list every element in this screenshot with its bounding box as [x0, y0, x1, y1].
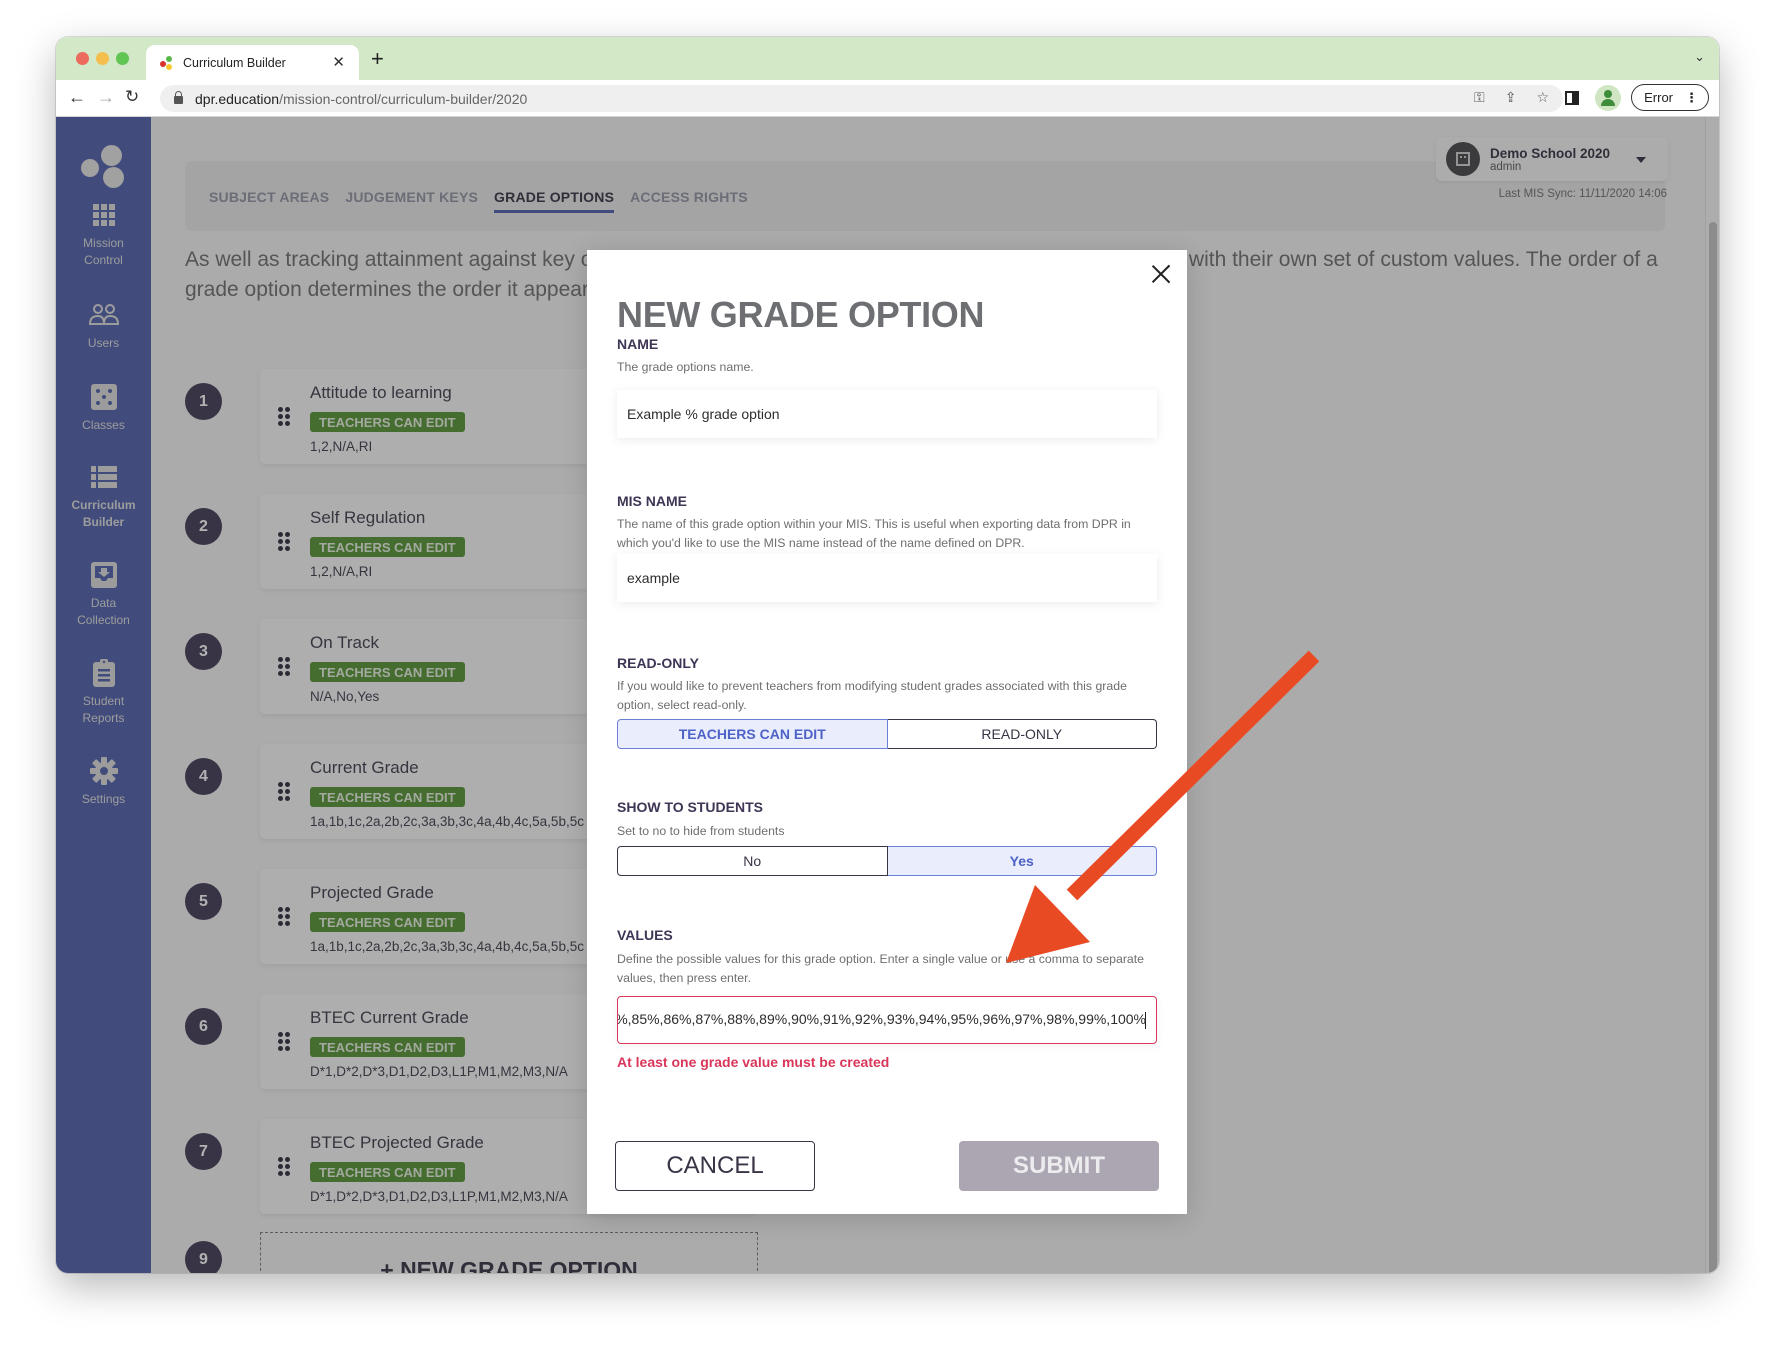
- lock-icon: [174, 91, 183, 104]
- maximize-window-button[interactable]: [116, 52, 129, 65]
- profile-icon[interactable]: [1595, 84, 1622, 111]
- show-to-students-toggle: No Yes: [617, 846, 1157, 876]
- show-to-students-help: Set to no to hide from students: [617, 824, 785, 838]
- show-no-option[interactable]: No: [617, 846, 888, 876]
- side-panel-icon[interactable]: [1565, 90, 1580, 105]
- modal-title: NEW GRADE OPTION: [617, 294, 985, 335]
- app-page: Mission Control Users Classes Curriculum…: [56, 117, 1719, 1273]
- read-only-option[interactable]: READ-ONLY: [887, 719, 1157, 749]
- read-only-help: If you would like to prevent teachers fr…: [617, 679, 1127, 712]
- tab-title: Curriculum Builder: [183, 55, 286, 70]
- share-icon[interactable]: ⇪: [1505, 89, 1517, 106]
- read-only-label: READ-ONLY: [617, 655, 699, 671]
- star-icon[interactable]: ☆: [1536, 89, 1549, 106]
- new-tab-button[interactable]: +: [371, 46, 384, 72]
- url-text: dpr.education/mission-control/curriculum…: [195, 90, 528, 107]
- forward-icon[interactable]: →: [97, 87, 115, 108]
- address-bar[interactable]: dpr.education/mission-control/curriculum…: [160, 85, 1563, 112]
- browser-tab[interactable]: Curriculum Builder ✕: [146, 45, 359, 80]
- close-window-button[interactable]: [76, 52, 89, 65]
- name-input[interactable]: [617, 390, 1157, 438]
- key-icon[interactable]: ⚿: [1474, 89, 1485, 106]
- minimize-window-button[interactable]: [96, 52, 109, 65]
- show-yes-option[interactable]: Yes: [887, 846, 1157, 876]
- browser-window: Curriculum Builder ✕ + ⌄ ← → ↻ dpr.educa…: [56, 37, 1719, 1273]
- new-grade-option-modal: NEW GRADE OPTION NAME The grade options …: [587, 250, 1187, 1214]
- close-tab-icon[interactable]: ✕: [332, 53, 345, 71]
- browser-toolbar: ← → ↻ dpr.education/mission-control/curr…: [56, 80, 1719, 117]
- more-icon[interactable]: ⋮: [1685, 90, 1698, 106]
- mis-name-help: The name of this grade option within you…: [617, 517, 1131, 550]
- name-help: The grade options name.: [617, 360, 754, 374]
- close-icon[interactable]: [1148, 261, 1174, 287]
- dpr-favicon-icon: [160, 55, 174, 70]
- mis-name-input[interactable]: [617, 554, 1157, 602]
- name-label: NAME: [617, 336, 659, 352]
- values-help: Define the possible values for this grad…: [617, 952, 1145, 985]
- tab-search-chevron-icon[interactable]: ⌄: [1694, 49, 1705, 65]
- read-only-toggle: TEACHERS CAN EDIT READ-ONLY: [617, 719, 1157, 749]
- profile-error-button[interactable]: Error ⋮: [1631, 84, 1709, 111]
- teachers-can-edit-option[interactable]: TEACHERS CAN EDIT: [617, 719, 888, 749]
- submit-button[interactable]: SUBMIT: [959, 1141, 1159, 1191]
- values-input[interactable]: 84%,85%,86%,87%,88%,89%,90%,91%,92%,93%,…: [617, 996, 1157, 1044]
- reload-icon[interactable]: ↻: [125, 87, 139, 107]
- values-label: VALUES: [617, 927, 673, 943]
- mis-name-label: MIS NAME: [617, 493, 687, 509]
- cancel-button[interactable]: CANCEL: [615, 1141, 815, 1191]
- values-input-text: 84%,85%,86%,87%,88%,89%,90%,91%,92%,93%,…: [617, 1011, 1146, 1027]
- tab-strip: Curriculum Builder ✕ + ⌄: [56, 37, 1719, 80]
- show-to-students-label: SHOW TO STUDENTS: [617, 799, 763, 815]
- back-icon[interactable]: ←: [68, 87, 86, 108]
- values-error-message: At least one grade value must be created: [617, 1054, 890, 1070]
